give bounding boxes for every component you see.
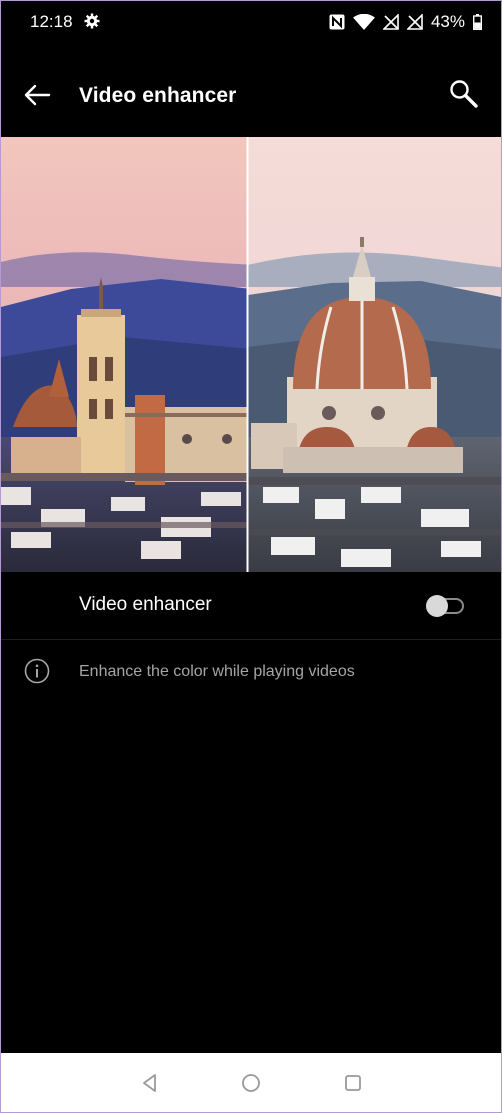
comparison-preview-image bbox=[1, 137, 501, 572]
arrow-left-icon[interactable] bbox=[22, 80, 52, 110]
info-row: Enhance the color while playing videos bbox=[0, 650, 502, 694]
status-bar: 12:18 43% bbox=[0, 0, 502, 45]
video-enhancer-setting-row[interactable]: Video enhancer bbox=[0, 575, 502, 640]
gear-icon bbox=[84, 13, 100, 29]
info-text: Enhance the color while playing videos bbox=[79, 663, 355, 680]
wifi-icon bbox=[352, 14, 375, 30]
no-signal-icon bbox=[406, 14, 423, 30]
battery-percent: 43% bbox=[430, 12, 465, 31]
info-icon bbox=[24, 658, 50, 684]
video-enhancer-label: Video enhancer bbox=[79, 594, 212, 615]
nav-home-icon[interactable] bbox=[240, 1072, 262, 1094]
page-title: Video enhancer bbox=[79, 84, 237, 107]
battery-icon bbox=[473, 14, 482, 30]
no-signal-icon bbox=[382, 14, 399, 30]
nfc-icon bbox=[329, 14, 345, 30]
toggle-thumb bbox=[426, 595, 448, 617]
nav-recents-icon[interactable] bbox=[342, 1072, 364, 1094]
navigation-bar bbox=[1, 1053, 501, 1112]
status-time: 12:18 bbox=[30, 12, 73, 31]
nav-back-icon[interactable] bbox=[139, 1072, 161, 1094]
video-enhancer-toggle[interactable] bbox=[426, 595, 466, 617]
toolbar: Video enhancer bbox=[0, 60, 502, 130]
search-icon[interactable] bbox=[448, 78, 480, 110]
